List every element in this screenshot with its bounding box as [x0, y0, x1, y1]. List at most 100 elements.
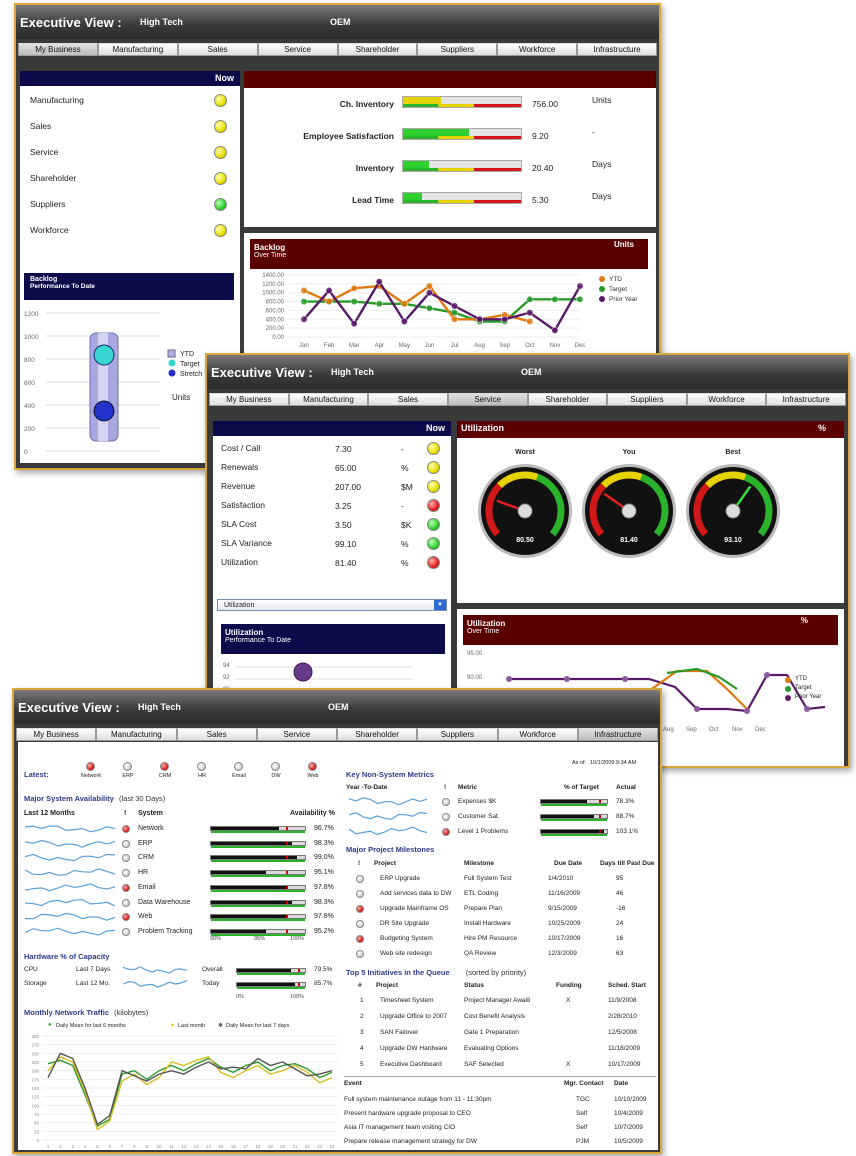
service-row-renewals[interactable]: Renewals 65.00%	[213, 460, 451, 477]
status-row-service[interactable]: Service	[20, 143, 240, 163]
kns-metric: Customer Sat.	[458, 813, 500, 820]
latest-erp[interactable]: ERP	[113, 762, 143, 782]
tab-my-business[interactable]: My Business	[209, 393, 289, 406]
gauge-dial	[478, 464, 572, 558]
status-row-suppliers[interactable]: Suppliers	[20, 195, 240, 215]
latest-hr[interactable]: HR	[187, 762, 217, 782]
event-row[interactable]: Full system maintenance outage from 11 -…	[18, 1094, 658, 1107]
status-row-sales[interactable]: Sales	[20, 117, 240, 137]
status-row-shareholder[interactable]: Shareholder	[20, 169, 240, 189]
tab-shareholder[interactable]: Shareholder	[337, 43, 418, 56]
kpi-row-employee-satisfaction[interactable]: Employee Satisfaction 9.20 -	[244, 125, 656, 149]
service-metric-label: SLA Cost	[221, 519, 257, 529]
events-col-header: Date	[614, 1080, 629, 1087]
tab-shareholder[interactable]: Shareholder	[337, 728, 418, 741]
kpi-row-lead-time[interactable]: Lead Time 5.30 Days	[244, 189, 656, 213]
service-row-cost-call[interactable]: Cost / Call 7.30 -	[213, 441, 451, 458]
tab-service[interactable]: Service	[447, 393, 528, 406]
util-over-pct: %	[800, 616, 808, 625]
mid-now-header: Now	[213, 421, 451, 436]
top5-title: Top 5 Initiatives in the Queue	[346, 968, 450, 977]
tab-my-business[interactable]: My Business	[18, 43, 98, 56]
initiative-row[interactable]: 3 SAN Failover Gate 1 Preparation 12/5/2008	[18, 1026, 658, 1040]
latest-network[interactable]: Network	[76, 762, 106, 782]
milestone-row[interactable]: Upgrade Mainframe OS Prepare Plan 9/15/200…	[18, 902, 658, 916]
status-row-workforce[interactable]: Workforce	[20, 221, 240, 241]
mid-title: Executive View :	[211, 364, 313, 380]
kns-row-level-1-problems[interactable]: Level 1 Problems 103.1%	[18, 825, 658, 839]
event-row[interactable]: Asia IT management team visiting CIO Self…	[18, 1122, 658, 1135]
latest-web[interactable]: Web	[298, 762, 328, 782]
service-row-satisfaction[interactable]: Satisfaction 3.25 -	[213, 498, 451, 515]
mpm-col-header: Milestone	[464, 860, 494, 867]
initiative-funding: X	[566, 997, 571, 1004]
initiative-row[interactable]: 4 Upgrade DW Hardware Evaluating Options 11…	[18, 1042, 658, 1056]
initiative-row[interactable]: 5 Executive Dashboard SAF Selected X 10/17/2…	[18, 1058, 658, 1072]
tab-infrastructure[interactable]: Infrastructure	[577, 43, 657, 56]
backlog-legend-label: Target	[609, 286, 627, 293]
service-metric-unit: %	[401, 463, 409, 473]
util-x-tick: Sep	[686, 727, 697, 733]
tab-suppliers[interactable]: Suppliers	[607, 393, 687, 406]
service-metric-value: 99.10	[335, 539, 357, 549]
initiative-row[interactable]: 1 Timesheet System Project Manager Awaiti X…	[18, 994, 658, 1008]
milestone-light-grey	[356, 890, 364, 898]
kns-row-customer-sat[interactable]: Customer Sat. 88.7%	[18, 810, 658, 824]
tab-suppliers[interactable]: Suppliers	[417, 43, 498, 56]
tab-shareholder[interactable]: Shareholder	[527, 393, 608, 406]
gauge-label: You	[622, 449, 636, 456]
tab-infrastructure[interactable]: Infrastructure	[577, 728, 658, 741]
tab-manufacturing[interactable]: Manufacturing	[97, 43, 178, 56]
milestone-row[interactable]: ERP Upgrade Full System Test 1/4/2010 95	[18, 872, 658, 886]
system-row-crm[interactable]: CRM 99.0%	[18, 851, 340, 865]
initiative-status: SAF Selected	[464, 1061, 504, 1068]
tab-my-business[interactable]: My Business	[16, 728, 97, 741]
backlog-point-prior-year	[426, 289, 433, 297]
service-row-sla-variance[interactable]: SLA Variance 99.10%	[213, 536, 451, 553]
kpi-row-inventory[interactable]: Inventory 20.40 Days	[244, 157, 656, 181]
milestone-row[interactable]: Web site redesign QA Review 12/3/2009 63	[18, 947, 658, 961]
service-row-utilization[interactable]: Utilization 81.40%	[213, 555, 451, 572]
tab-workforce[interactable]: Workforce	[686, 393, 767, 406]
hw-row-storage[interactable]: Storage Last 12 Mo. Today 85.7%	[18, 978, 340, 991]
system-name: CRM	[138, 854, 154, 862]
tab-manufacturing[interactable]: Manufacturing	[288, 393, 369, 406]
kpi-row-ch-inventory[interactable]: Ch. Inventory 756.00 Units	[244, 93, 656, 117]
milestone-row[interactable]: Budgeting System Hire PM Resource 10/17/20…	[18, 932, 658, 946]
hw-row-cpu[interactable]: CPU Last 7 Days Overall 79.5%	[18, 964, 340, 977]
initiative-row[interactable]: 2 Upgrade Office to 2007 Cost Benefit Anal…	[18, 1010, 658, 1024]
milestone-light-grey	[356, 875, 364, 883]
tab-workforce[interactable]: Workforce	[497, 728, 578, 741]
tab-sales[interactable]: Sales	[368, 393, 448, 406]
latest-crm[interactable]: CRM	[150, 762, 180, 782]
kns-row-expenses-k[interactable]: Expenses $K 78.3%	[18, 795, 658, 809]
status-row-label: Service	[30, 147, 59, 157]
milestone-row[interactable]: Add services data to DW ETL Coding 11/16/2…	[18, 887, 658, 901]
latest-dw[interactable]: DW	[261, 762, 291, 782]
metric-select[interactable]: Utilization ▼	[217, 599, 447, 611]
milestone-row[interactable]: DR Site Upgrade Install Hardware 10/25/200…	[18, 917, 658, 931]
tab-service[interactable]: Service	[256, 728, 337, 741]
tab-manufacturing[interactable]: Manufacturing	[96, 728, 177, 741]
top-segment: OEM	[330, 17, 351, 27]
service-light-red	[427, 499, 440, 512]
tab-suppliers[interactable]: Suppliers	[417, 728, 498, 741]
latest-email[interactable]: Email	[224, 762, 254, 782]
event-row[interactable]: Present hardware upgrade proposal to CEO…	[18, 1108, 658, 1121]
status-row-manufacturing[interactable]: Manufacturing	[20, 91, 240, 111]
infrastructure-content: Latest: Network ERP CRM HR Email DW Web Major …	[18, 742, 658, 1150]
hw-bar-baseline	[237, 987, 305, 989]
service-row-sla-cost[interactable]: SLA Cost 3.50 $K	[213, 517, 451, 534]
util-legend-swatch	[785, 677, 791, 683]
tab-service[interactable]: Service	[257, 43, 338, 56]
tab-infrastructure[interactable]: Infrastructure	[766, 393, 846, 406]
tab-workforce[interactable]: Workforce	[497, 43, 578, 56]
chevron-down-icon[interactable]: ▼	[434, 600, 446, 610]
legend-stretch-swatch	[168, 369, 176, 377]
service-row-revenue[interactable]: Revenue 207.00 $M	[213, 479, 451, 496]
tab-sales[interactable]: Sales	[176, 728, 257, 741]
event-row[interactable]: Prepare release management strategy for …	[18, 1136, 658, 1149]
backlog-over-units: Units	[614, 240, 634, 249]
service-metric-label: Utilization	[221, 557, 258, 567]
tab-sales[interactable]: Sales	[177, 43, 258, 56]
